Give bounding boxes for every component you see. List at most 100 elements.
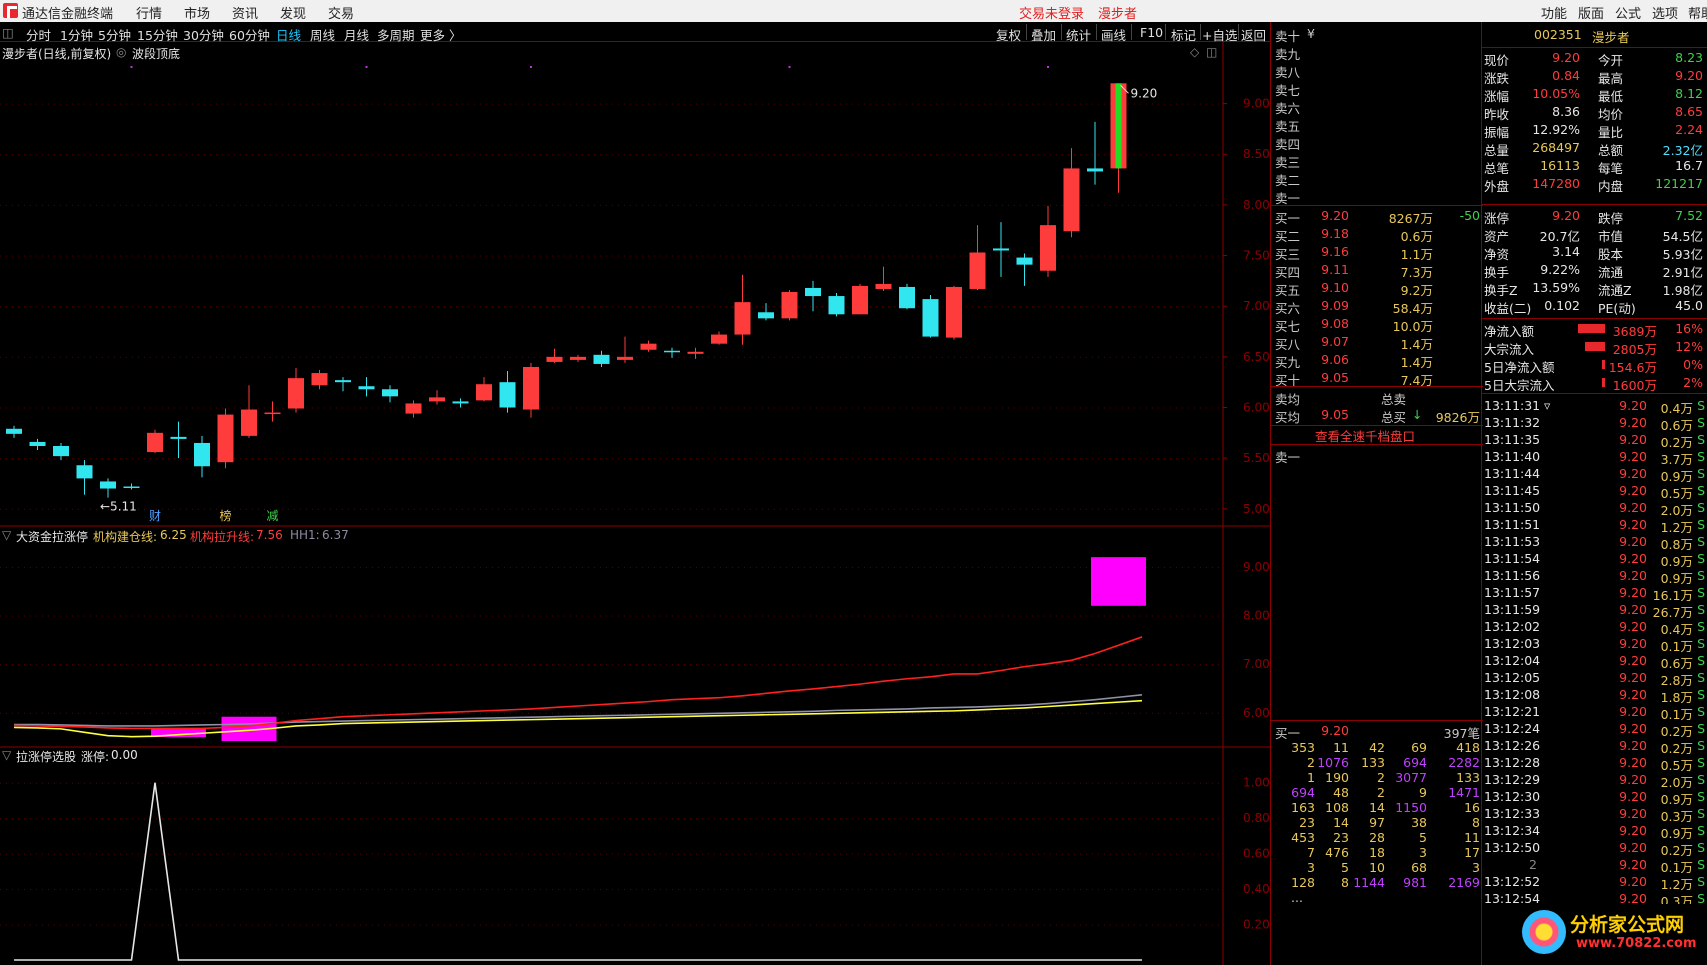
grid-dot bbox=[558, 615, 559, 617]
grid-dot bbox=[222, 566, 223, 568]
window-icon[interactable]: ◫ bbox=[1206, 45, 1217, 59]
pane1-toggle-icon[interactable]: ▽ bbox=[2, 528, 11, 542]
menu-options[interactable]: 选项 bbox=[1652, 3, 1678, 22]
menu-formula[interactable]: 公式 bbox=[1615, 3, 1641, 22]
grid-dot bbox=[918, 924, 919, 926]
grid-dot bbox=[498, 615, 499, 617]
pane2-title[interactable]: 拉涨停选股 bbox=[16, 748, 76, 765]
bid-level-row[interactable]: 买二 9.18 0.6万 bbox=[1271, 225, 1483, 244]
grid-dot bbox=[768, 154, 769, 156]
pane2-toggle-icon[interactable]: ▽ bbox=[2, 748, 11, 762]
grid-dot bbox=[576, 255, 577, 257]
grid-dot bbox=[546, 924, 547, 926]
grid-dot bbox=[780, 664, 781, 666]
grid-dot bbox=[828, 889, 829, 891]
grid-dot bbox=[420, 818, 421, 820]
grid-dot bbox=[300, 458, 301, 460]
grid-dot bbox=[792, 664, 793, 666]
ask-level-row[interactable]: 卖二 bbox=[1271, 169, 1483, 188]
grid-dot bbox=[1200, 853, 1201, 855]
grid-dot bbox=[414, 664, 415, 666]
kline-chart[interactable]: 9.008.508.007.507.006.506.005.505.009.20… bbox=[0, 0, 1270, 965]
grid-dot bbox=[636, 356, 637, 358]
grid-dot bbox=[294, 103, 295, 105]
grid-dot bbox=[1212, 924, 1213, 926]
grid-dot bbox=[72, 566, 73, 568]
bid-level-row[interactable]: 买三 9.16 1.1万 bbox=[1271, 243, 1483, 262]
grid-dot bbox=[114, 818, 115, 820]
grid-dot bbox=[78, 924, 79, 926]
tick-time: 13:12:28 bbox=[1484, 755, 1541, 770]
queue-order-size: 1076 bbox=[1317, 755, 1349, 770]
grid-dot bbox=[486, 204, 487, 206]
ask-level-row[interactable]: 卖一 bbox=[1271, 187, 1483, 206]
grid-dot bbox=[390, 103, 391, 105]
grid-dot bbox=[510, 103, 511, 105]
ask-level-row[interactable]: 卖九 bbox=[1271, 43, 1483, 62]
ask-level-row[interactable]: 卖四 bbox=[1271, 133, 1483, 152]
grid-dot bbox=[930, 103, 931, 105]
tick-price: 9.20 bbox=[1619, 551, 1647, 566]
menu-function[interactable]: 功能 bbox=[1541, 3, 1567, 22]
bid-level-row[interactable]: 买九 9.06 1.4万 bbox=[1271, 351, 1483, 370]
grid-dot bbox=[192, 306, 193, 308]
grid-dot bbox=[666, 818, 667, 820]
grid-dot bbox=[1134, 853, 1135, 855]
ask-level-row[interactable]: 卖八 bbox=[1271, 61, 1483, 80]
grid-dot bbox=[1014, 664, 1015, 666]
grid-dot bbox=[72, 818, 73, 820]
bid-level-row[interactable]: 买五 9.10 9.2万 bbox=[1271, 279, 1483, 298]
bid-level-row[interactable]: 买七 9.08 10.0万 bbox=[1271, 315, 1483, 334]
grid-dot bbox=[330, 255, 331, 257]
bid-level-row[interactable]: 买一 9.20 8267万 -50 bbox=[1271, 207, 1483, 226]
grid-dot bbox=[1038, 818, 1039, 820]
grid-dot bbox=[1182, 458, 1183, 460]
grid-dot bbox=[714, 255, 715, 257]
tick-side: S bbox=[1697, 721, 1705, 736]
grid-dot bbox=[516, 853, 517, 855]
pane1-title[interactable]: 大资金拉涨停 bbox=[16, 528, 88, 545]
grid-dot bbox=[1200, 782, 1201, 784]
full-depth-button[interactable]: 查看全速千档盘口 bbox=[1271, 425, 1483, 444]
bid-price: 9.18 bbox=[1321, 226, 1349, 241]
grid-dot bbox=[282, 615, 283, 617]
bid-level-row[interactable]: 买八 9.07 1.4万 bbox=[1271, 333, 1483, 352]
grid-dot bbox=[162, 458, 163, 460]
menu-help[interactable]: 帮助 bbox=[1688, 3, 1707, 22]
grid-dot bbox=[684, 204, 685, 206]
grid-dot bbox=[1158, 818, 1159, 820]
grid-dot bbox=[1146, 458, 1147, 460]
ask-level-row[interactable]: 卖六 bbox=[1271, 97, 1483, 116]
grid-dot bbox=[1218, 154, 1219, 156]
grid-dot bbox=[18, 508, 19, 510]
grid-dot bbox=[792, 508, 793, 510]
grid-dot bbox=[1134, 889, 1135, 891]
grid-dot bbox=[708, 818, 709, 820]
grid-dot bbox=[630, 853, 631, 855]
grid-dot bbox=[1098, 204, 1099, 206]
grid-dot bbox=[420, 615, 421, 617]
ask-level-row[interactable]: 卖三 bbox=[1271, 151, 1483, 170]
grid-dot bbox=[258, 508, 259, 510]
grid-dot bbox=[936, 154, 937, 156]
ask-level-row[interactable]: 卖七 bbox=[1271, 79, 1483, 98]
grid-dot bbox=[768, 356, 769, 358]
ask-level-row[interactable]: 卖五 bbox=[1271, 115, 1483, 134]
grid-dot bbox=[468, 154, 469, 156]
main-indicator-name[interactable]: 波段顶底 bbox=[132, 45, 180, 62]
grid-dot bbox=[12, 407, 13, 409]
grid-dot bbox=[1080, 508, 1081, 510]
collapse-icon[interactable]: ◎ bbox=[116, 45, 126, 59]
grid-dot bbox=[468, 566, 469, 568]
bid-level-row[interactable]: 买四 9.11 7.3万 bbox=[1271, 261, 1483, 280]
diamond-icon[interactable]: ◇ bbox=[1190, 45, 1199, 59]
bid-level-row[interactable]: 买十 9.05 7.4万 bbox=[1271, 369, 1483, 388]
bid-level-row[interactable]: 买六 9.09 58.4万 bbox=[1271, 297, 1483, 316]
grid-dot bbox=[456, 664, 457, 666]
grid-dot bbox=[1020, 306, 1021, 308]
grid-dot bbox=[1038, 154, 1039, 156]
grid-dot bbox=[1026, 458, 1027, 460]
menu-layout[interactable]: 版面 bbox=[1578, 3, 1604, 22]
ask-level-row[interactable]: 卖十 ¥ bbox=[1271, 25, 1483, 44]
grid-dot bbox=[384, 818, 385, 820]
